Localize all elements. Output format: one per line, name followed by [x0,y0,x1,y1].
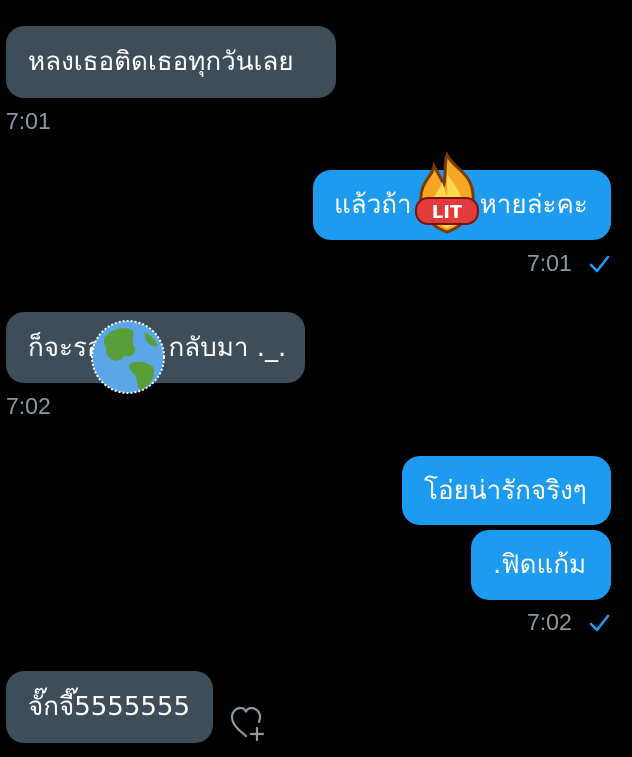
message-timestamp: 7:01 [6,108,51,134]
message-text: โอ่ยน่ารักจริงๆ [424,475,587,506]
checkmark-icon [589,255,610,273]
message-timestamp: 7:02 [6,393,51,419]
message-text-after-sticker: หายล่ะคะ [479,190,588,220]
checkmark-icon [589,614,610,632]
lit-fire-sticker[interactable]: LIT [410,151,484,236]
fire-icon: LIT [415,151,479,234]
message-text: จั๊กจี๊5555555 [28,692,191,722]
outgoing-message-bubble[interactable]: .ฟิดแก้ม [471,530,611,600]
outgoing-message-bubble[interactable]: โอ่ยน่ารักจริงๆ [402,456,611,525]
globe-icon [91,320,165,394]
incoming-message-bubble[interactable]: จั๊กจี๊5555555 [6,671,213,743]
message-text: .ฟิดแก้ม [493,550,587,580]
message-text-before-sticker: แล้วถ้า [334,190,412,220]
sticker-label: LIT [432,202,463,223]
message-timestamp: 7:02 [527,609,572,635]
heart-plus-icon[interactable] [228,702,268,742]
message-timestamp: 7:01 [527,250,572,276]
incoming-message-bubble[interactable]: หลงเธอติดเธอทุกวันเลย [6,26,336,98]
globe-sticker[interactable] [90,318,166,396]
message-text-after-sticker: กลับมา ._. [168,332,287,363]
message-text: หลงเธอติดเธอทุกวันเลย [28,47,294,77]
